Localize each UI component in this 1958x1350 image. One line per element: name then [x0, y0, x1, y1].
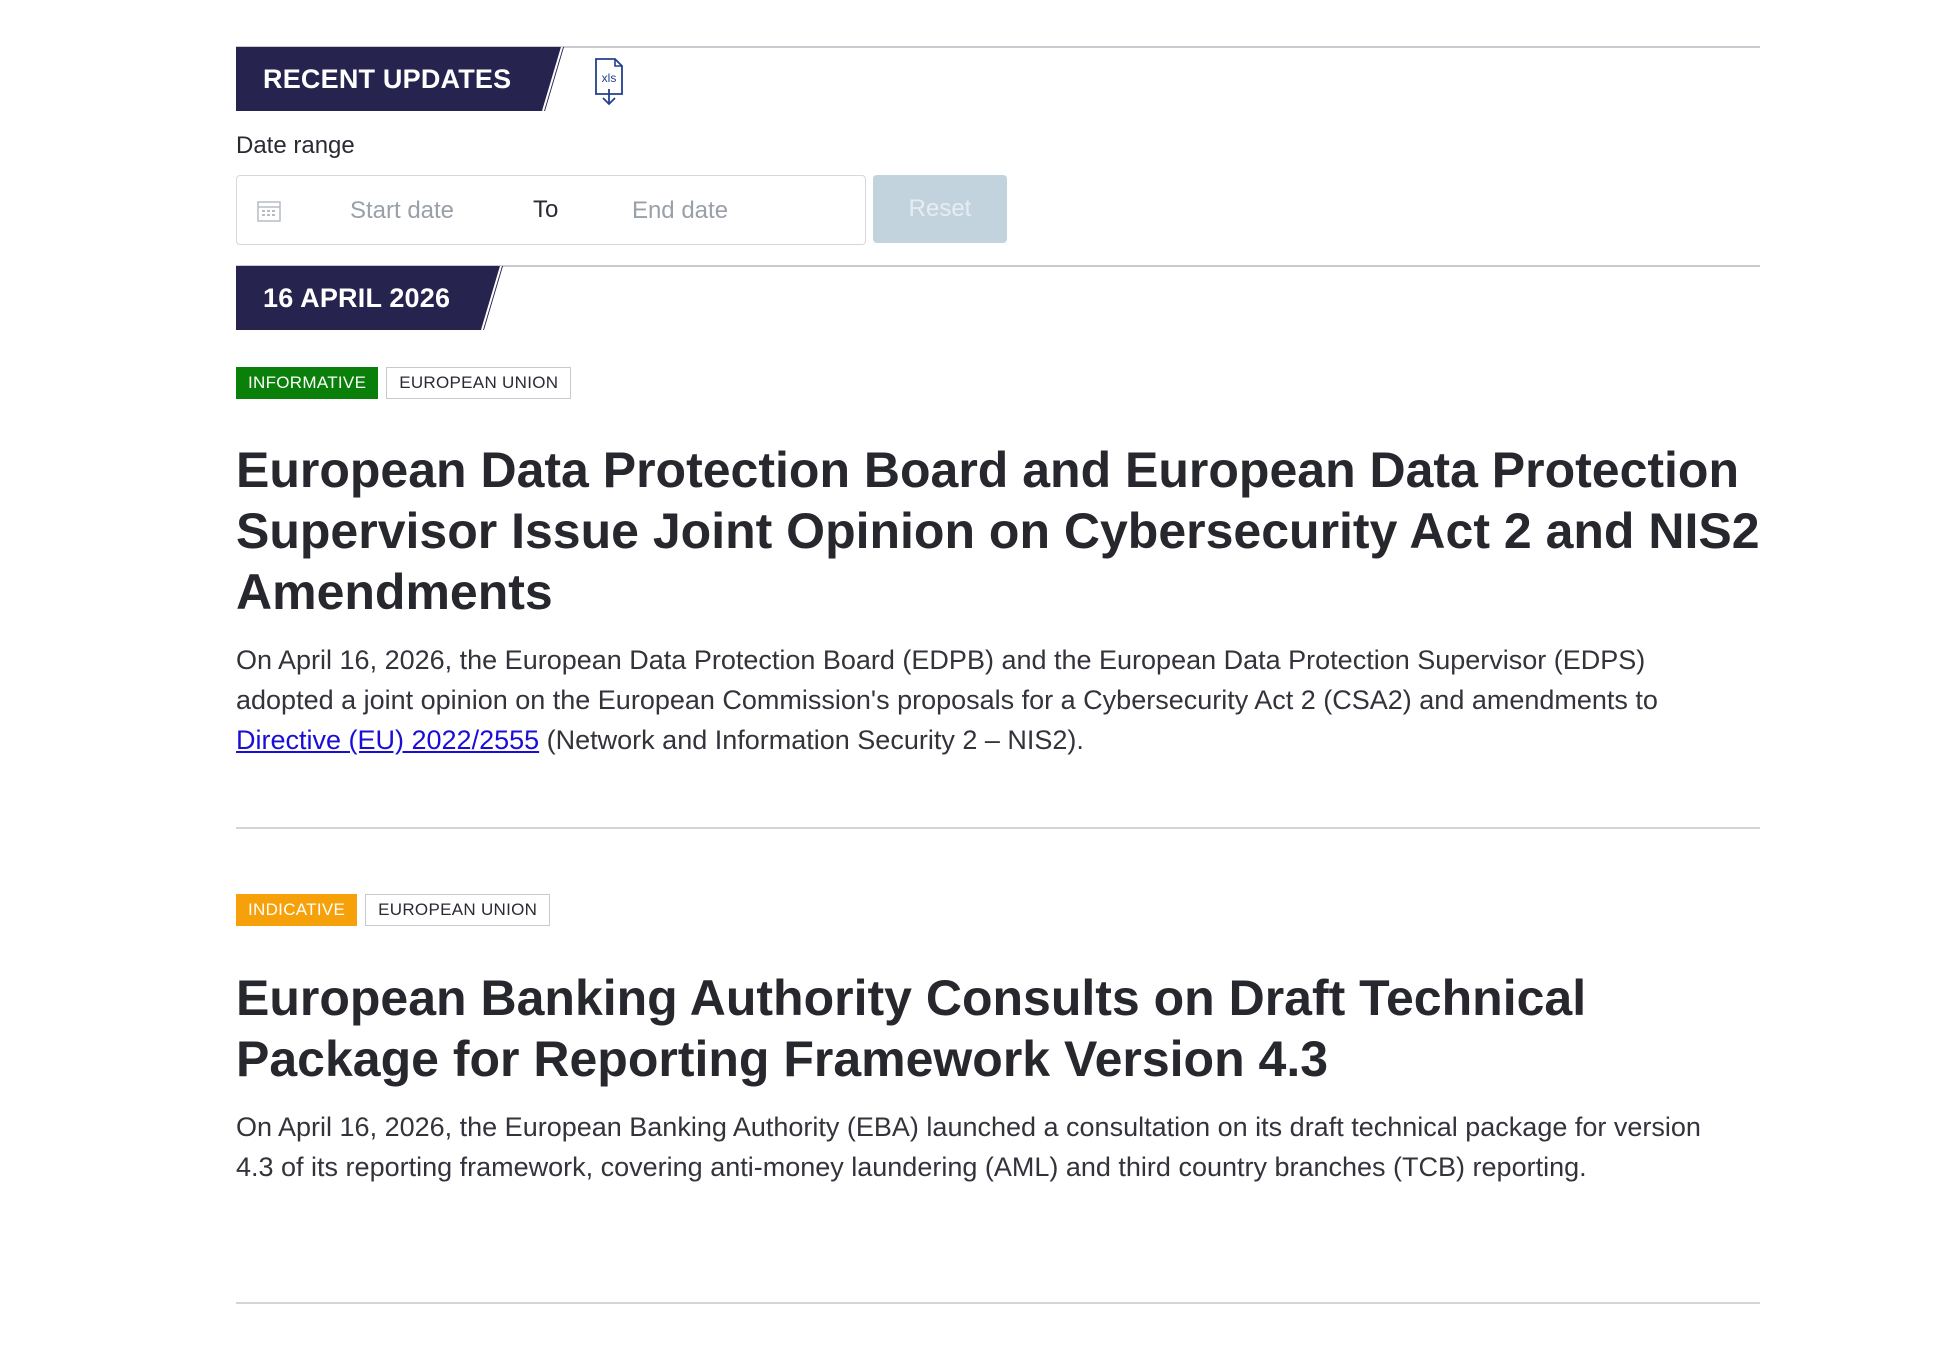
- date-range-label: Date range: [236, 132, 355, 159]
- date-range-picker[interactable]: To: [236, 175, 866, 245]
- section-title: RECENT UPDATES: [236, 47, 539, 111]
- article-badges: INDICATIVE EUROPEAN UNION: [236, 894, 551, 926]
- date-group-heading: 16 APRIL 2026: [236, 266, 504, 330]
- section-title-slant: [538, 47, 565, 111]
- indicative-badge[interactable]: INDICATIVE: [236, 894, 358, 926]
- xls-download-icon[interactable]: xls: [593, 57, 625, 107]
- directive-link[interactable]: Directive (EU) 2022/2555: [236, 725, 539, 755]
- article-title[interactable]: European Data Protection Board and Europ…: [236, 440, 1760, 623]
- jurisdiction-badge[interactable]: EUROPEAN UNION: [365, 894, 551, 926]
- start-date-input[interactable]: [317, 193, 487, 229]
- date-group-label: 16 APRIL 2026: [236, 266, 478, 330]
- reset-button[interactable]: Reset: [873, 175, 1007, 243]
- article-summary-text: On April 16, 2026, the European Data Pro…: [236, 645, 1658, 715]
- section-heading: RECENT UPDATES: [236, 47, 565, 111]
- date-range-separator: To: [533, 196, 559, 223]
- xls-icon-text: xls: [602, 71, 617, 85]
- jurisdiction-badge[interactable]: EUROPEAN UNION: [386, 367, 572, 399]
- article-divider: [236, 827, 1760, 829]
- article-summary: On April 16, 2026, the European Banking …: [236, 1112, 1701, 1182]
- article-divider: [236, 1302, 1760, 1304]
- calendar-icon[interactable]: [257, 200, 281, 222]
- article-summary: On April 16, 2026, the European Data Pro…: [236, 640, 1716, 760]
- article-badges: INFORMATIVE EUROPEAN UNION: [236, 367, 572, 399]
- end-date-input[interactable]: [595, 193, 765, 229]
- article-summary-text-end: (Network and Information Security 2 – NI…: [539, 725, 1084, 755]
- date-group-slant: [477, 266, 504, 330]
- page: RECENT UPDATES xls Date range Start date…: [0, 0, 1958, 1350]
- informative-badge[interactable]: INFORMATIVE: [236, 367, 379, 399]
- article-title[interactable]: European Banking Authority Consults on D…: [236, 968, 1760, 1090]
